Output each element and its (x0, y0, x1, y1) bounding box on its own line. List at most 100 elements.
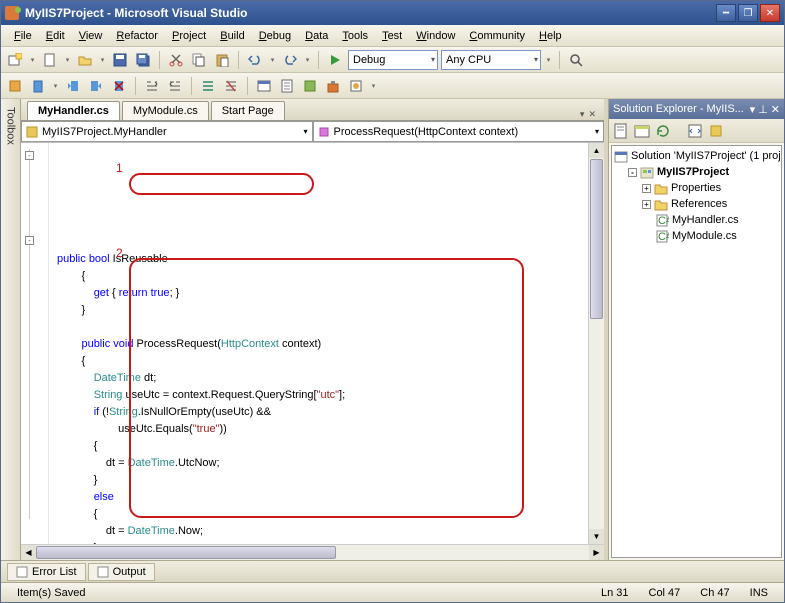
toolbox-button[interactable] (323, 76, 343, 96)
comment-button[interactable] (198, 76, 218, 96)
sln-icon (614, 150, 628, 163)
platform-combo[interactable]: Any CPU (441, 50, 541, 70)
tabs-menu-button[interactable]: ▾ (580, 109, 585, 120)
menu-test[interactable]: Test (375, 30, 409, 42)
minimize-button[interactable]: ━ (716, 4, 736, 22)
app-icon (5, 6, 19, 20)
bookmark-dropdown[interactable]: ▾ (51, 76, 60, 96)
maximize-button[interactable]: ❐ (738, 4, 758, 22)
menu-file[interactable]: File (7, 30, 39, 42)
menu-project[interactable]: Project (165, 30, 213, 42)
menu-edit[interactable]: Edit (39, 30, 72, 42)
panel-close-button[interactable]: ✕ (771, 103, 780, 116)
document-area: MyHandler.csMyModule.csStart Page ▾ ✕ My… (21, 99, 604, 560)
scroll-thumb-h[interactable] (36, 546, 336, 559)
find-button[interactable] (566, 50, 586, 70)
outline-toggle[interactable]: - (25, 151, 34, 160)
scroll-down-button[interactable]: ▼ (589, 529, 604, 544)
save-button[interactable] (110, 50, 130, 70)
menu-refactor[interactable]: Refactor (109, 30, 165, 42)
new-project-button[interactable] (5, 50, 25, 70)
class-combo[interactable]: MyIIS7Project.MyHandler (21, 121, 313, 142)
svg-text:C#: C# (658, 231, 669, 243)
tree-expander[interactable]: + (642, 200, 651, 209)
tree-item[interactable]: C#MyModule.cs (614, 228, 779, 244)
tree-item[interactable]: C#MyHandler.cs (614, 212, 779, 228)
tree-item[interactable]: + References (614, 196, 779, 212)
new-project-dropdown[interactable]: ▾ (28, 50, 37, 70)
solution-tree[interactable]: Solution 'MyIIS7Project' (1 proje - MyIIS7… (611, 145, 782, 558)
tree-item-label: MyIIS7Project (657, 166, 729, 178)
close-button[interactable]: ✕ (760, 4, 780, 22)
menu-data[interactable]: Data (298, 30, 335, 42)
redo-button[interactable] (280, 50, 300, 70)
scroll-thumb-v[interactable] (590, 159, 603, 319)
paste-button[interactable] (212, 50, 232, 70)
menu-window[interactable]: Window (409, 30, 462, 42)
tree-item[interactable]: - MyIIS7Project (614, 164, 779, 180)
scroll-up-button[interactable]: ▲ (589, 143, 604, 158)
properties-button[interactable] (277, 76, 297, 96)
se-refresh-button[interactable] (655, 123, 671, 139)
start-page-button[interactable] (346, 76, 366, 96)
toolbox-autohide-tab[interactable]: Toolbox (1, 99, 21, 560)
toolwindow-tab-error-list[interactable]: Error List (7, 563, 86, 581)
se-classview-button[interactable] (708, 123, 724, 139)
status-line: Ln 31 (591, 587, 639, 599)
vertical-scrollbar[interactable]: ▲ ▼ (588, 143, 604, 544)
start-debug-button[interactable] (325, 50, 345, 70)
se-code-button[interactable] (687, 123, 703, 139)
object-browser-button[interactable] (5, 76, 25, 96)
code-editor[interactable]: - - 1 2 public bool IsReusable { get { r… (21, 143, 604, 544)
object-browser2-button[interactable] (300, 76, 320, 96)
new-item-button[interactable] (40, 50, 60, 70)
new-item-dropdown[interactable]: ▾ (63, 50, 72, 70)
menu-help[interactable]: Help (532, 30, 569, 42)
solution-explorer-button[interactable] (254, 76, 274, 96)
toolwindow-tab-output[interactable]: Output (88, 563, 155, 581)
tree-expander[interactable]: + (642, 184, 651, 193)
open-button[interactable] (75, 50, 95, 70)
uncomment-button[interactable] (221, 76, 241, 96)
tree-item-label: References (671, 198, 727, 210)
bookmark-prev-button[interactable] (63, 76, 83, 96)
open-dropdown[interactable]: ▾ (98, 50, 107, 70)
tabs-close-button[interactable]: ✕ (588, 109, 596, 120)
tree-expander[interactable]: - (628, 168, 637, 177)
scroll-right-button[interactable]: ▶ (589, 545, 604, 560)
outline-toggle[interactable]: - (25, 236, 34, 245)
redo-dropdown[interactable]: ▾ (303, 50, 312, 70)
menu-community[interactable]: Community (462, 30, 532, 42)
se-properties-button[interactable] (613, 123, 629, 139)
menu-tools[interactable]: Tools (335, 30, 375, 42)
cs-icon: C# (655, 230, 669, 243)
indent-more-button[interactable] (165, 76, 185, 96)
doc-tab[interactable]: MyHandler.cs (27, 101, 120, 120)
undo-dropdown[interactable]: ▾ (268, 50, 277, 70)
doc-tab[interactable]: Start Page (211, 101, 285, 120)
bookmark-toggle-button[interactable] (28, 76, 48, 96)
menu-view[interactable]: View (72, 30, 110, 42)
bookmark-next-button[interactable] (86, 76, 106, 96)
member-combo[interactable]: ProcessRequest(HttpContext context) (313, 121, 605, 142)
indent-less-button[interactable] (142, 76, 162, 96)
undo-button[interactable] (245, 50, 265, 70)
save-all-button[interactable] (133, 50, 153, 70)
menu-debug[interactable]: Debug (252, 30, 298, 42)
platform-dropdown-extra[interactable]: ▾ (544, 50, 553, 70)
scroll-left-button[interactable]: ◀ (21, 545, 36, 560)
tree-item[interactable]: +Properties (614, 180, 779, 196)
tree-item[interactable]: Solution 'MyIIS7Project' (1 proje (614, 148, 779, 164)
panel-pin-button[interactable]: ⊥ (758, 103, 768, 116)
copy-button[interactable] (189, 50, 209, 70)
windows-dropdown[interactable]: ▾ (369, 76, 378, 96)
class-icon (26, 126, 38, 138)
horizontal-scrollbar[interactable]: ◀ ▶ (21, 544, 604, 560)
menu-build[interactable]: Build (213, 30, 251, 42)
panel-menu-button[interactable]: ▾ (750, 103, 756, 116)
bookmark-clear-button[interactable] (109, 76, 129, 96)
se-showall-button[interactable] (634, 123, 650, 139)
run-config-combo[interactable]: Debug (348, 50, 438, 70)
doc-tab[interactable]: MyModule.cs (122, 101, 209, 120)
cut-button[interactable] (166, 50, 186, 70)
